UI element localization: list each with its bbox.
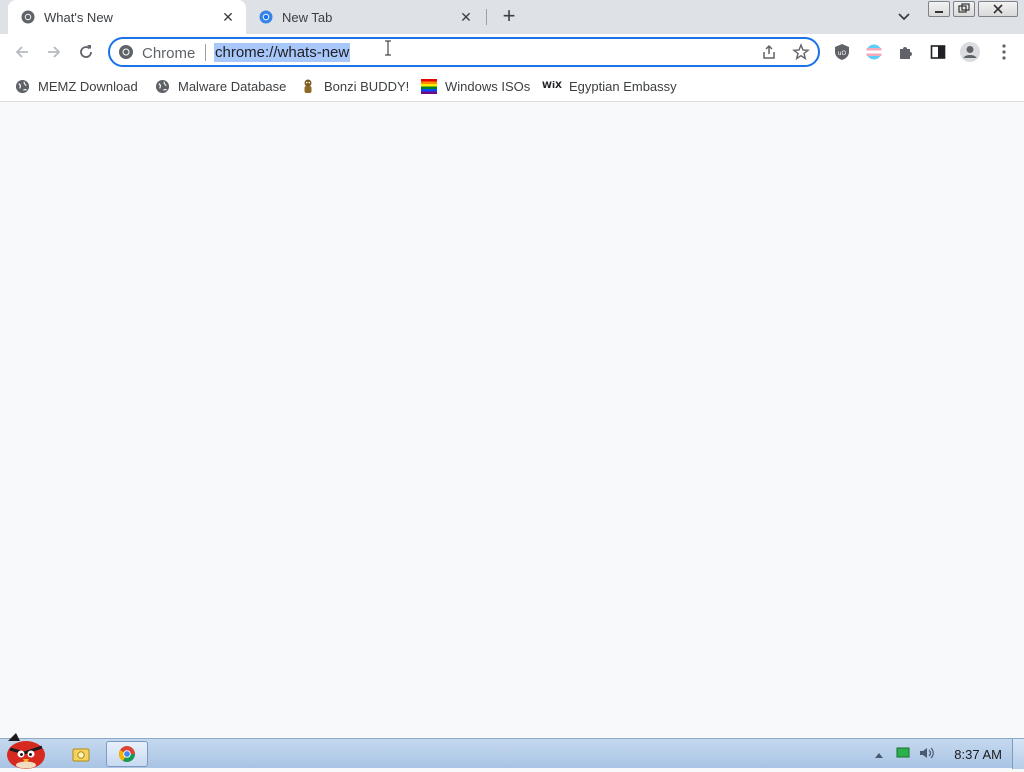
network-icon[interactable] bbox=[896, 747, 910, 762]
bookmark-label: MEMZ Download bbox=[38, 78, 138, 94]
tab-search-button[interactable] bbox=[892, 6, 916, 28]
forward-button[interactable] bbox=[40, 38, 68, 66]
back-button[interactable] bbox=[8, 38, 36, 66]
reload-button[interactable] bbox=[72, 38, 100, 66]
minimize-button[interactable] bbox=[928, 1, 950, 17]
bookmark-egyptian-embassy[interactable]: WiX Egyptian Embassy bbox=[542, 76, 677, 96]
close-tab-icon[interactable]: ✕ bbox=[458, 9, 474, 25]
chrome-logo-icon bbox=[20, 9, 36, 25]
bookmark-memz-download[interactable]: MEMZ Download bbox=[14, 76, 138, 96]
tab-new-tab[interactable]: New Tab ✕ bbox=[246, 0, 484, 34]
bookmark-bonzi-buddy[interactable]: Bonzi BUDDY! bbox=[300, 76, 409, 96]
file-explorer-taskbar-icon[interactable] bbox=[66, 742, 96, 766]
omnibox-divider bbox=[205, 44, 206, 61]
share-icon[interactable] bbox=[760, 43, 778, 64]
wix-icon: WiX bbox=[542, 81, 562, 91]
chrome-taskbar-button[interactable] bbox=[106, 741, 148, 767]
text-cursor-icon bbox=[384, 40, 392, 56]
trans-flag-extension-icon[interactable] bbox=[860, 38, 888, 66]
chip-label: Chrome bbox=[142, 44, 196, 62]
globe-icon bbox=[154, 78, 170, 94]
close-tab-icon[interactable]: ✕ bbox=[220, 9, 236, 25]
bookmarks-bar: MEMZ Download Malware Database Bonzi BUD… bbox=[0, 70, 1024, 102]
show-desktop-button[interactable] bbox=[1012, 739, 1024, 769]
volume-icon[interactable] bbox=[918, 746, 936, 763]
tab-title: New Tab bbox=[282, 9, 333, 25]
tab-title: What's New bbox=[44, 9, 113, 25]
show-hidden-icons-icon[interactable] bbox=[874, 747, 884, 762]
restore-button[interactable] bbox=[953, 1, 975, 17]
extensions-puzzle-icon[interactable] bbox=[892, 38, 920, 66]
page-content bbox=[0, 102, 1024, 738]
side-panel-icon[interactable] bbox=[924, 38, 952, 66]
tab-separator bbox=[486, 9, 487, 25]
bonzi-icon bbox=[300, 78, 316, 94]
site-info-chip[interactable]: Chrome bbox=[118, 44, 195, 62]
bookmark-label: Egyptian Embassy bbox=[569, 78, 677, 94]
svg-text:uO: uO bbox=[838, 50, 847, 57]
tab-strip: What's New ✕ New Tab ✕ + bbox=[0, 0, 1024, 34]
system-tray: 8:37 AM bbox=[874, 739, 1024, 769]
url-text[interactable]: chrome://whats-new bbox=[214, 43, 351, 62]
bookmark-star-icon[interactable] bbox=[792, 43, 810, 64]
ublock-extension-icon[interactable]: uO bbox=[828, 38, 856, 66]
bookmark-label: Windows ISOs bbox=[445, 78, 531, 94]
bookmark-malware-database[interactable]: Malware Database bbox=[154, 76, 286, 96]
globe-icon bbox=[14, 78, 30, 94]
omnibox[interactable]: Chrome chrome://whats-new bbox=[108, 37, 820, 67]
close-window-button[interactable] bbox=[978, 1, 1018, 17]
chrome-logo-icon bbox=[118, 44, 134, 63]
bookmark-label: Bonzi BUDDY! bbox=[324, 78, 410, 94]
bookmark-label: Malware Database bbox=[178, 78, 287, 94]
profile-avatar-icon[interactable] bbox=[956, 38, 984, 66]
new-tab-button[interactable]: + bbox=[496, 5, 522, 29]
rainbow-flag-icon bbox=[421, 78, 437, 94]
start-button[interactable] bbox=[2, 731, 50, 769]
taskbar: 8:37 AM bbox=[0, 733, 1024, 769]
tab-whats-new[interactable]: What's New ✕ bbox=[8, 0, 246, 34]
toolbar: Chrome chrome://whats-new uO bbox=[0, 34, 1024, 70]
menu-kebab-icon[interactable] bbox=[990, 38, 1018, 66]
taskbar-clock[interactable]: 8:37 AM bbox=[954, 747, 1002, 762]
chrome-logo-icon bbox=[258, 9, 274, 25]
bookmark-windows-isos[interactable]: Windows ISOs bbox=[421, 76, 530, 96]
